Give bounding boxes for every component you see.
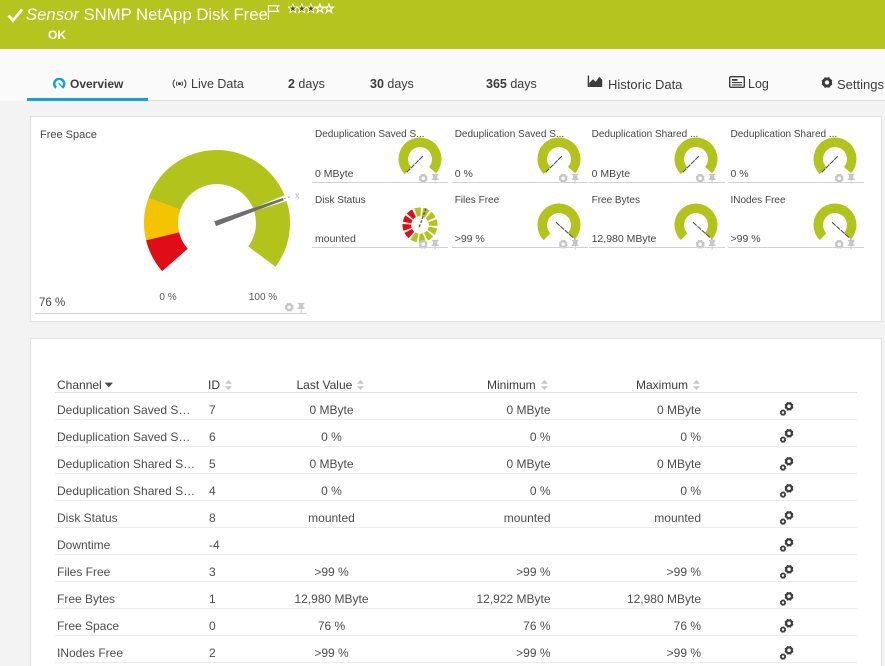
svg-text:x: x <box>295 190 300 200</box>
